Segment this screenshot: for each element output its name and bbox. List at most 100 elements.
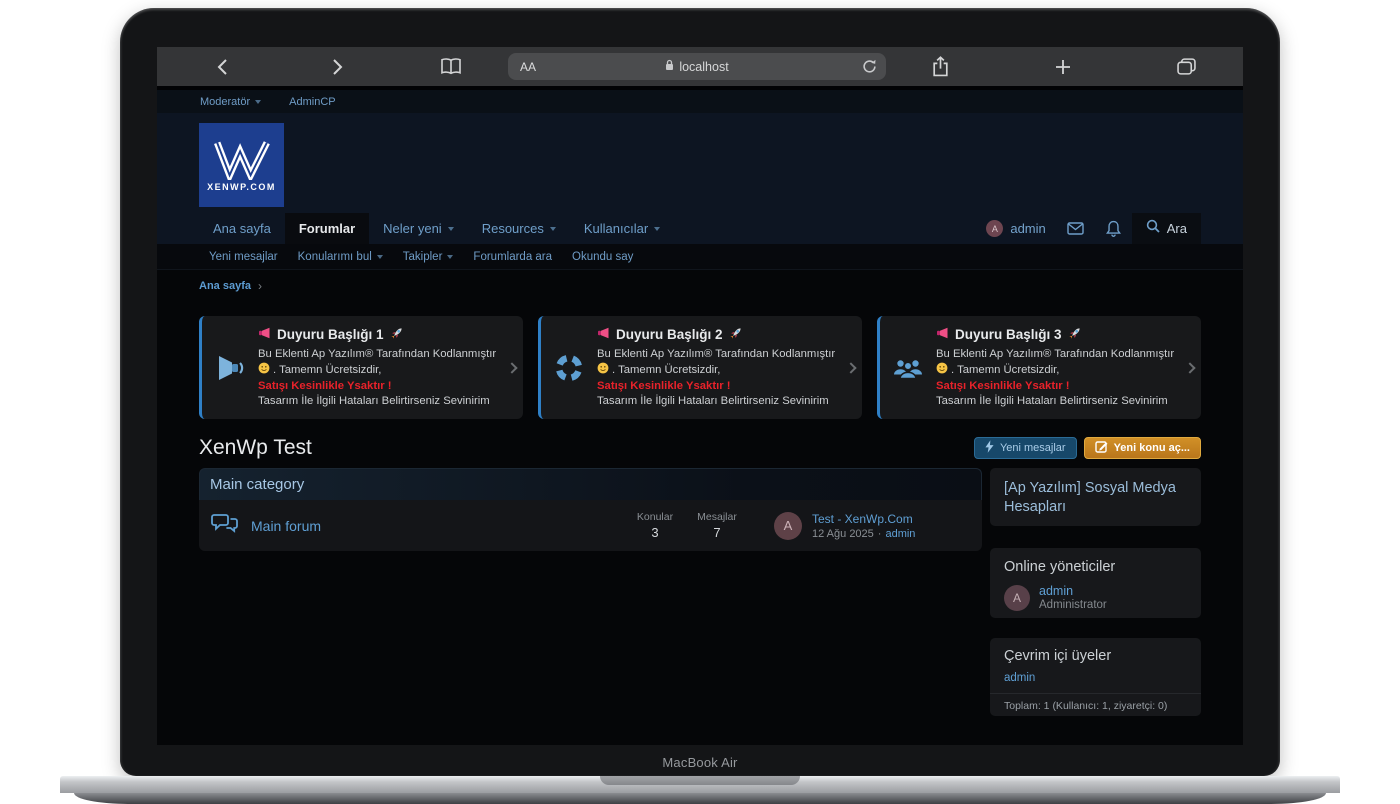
announcement-line3: Tasarım İle İlgili Hataları Belirtirseni…	[258, 394, 501, 409]
tab-home[interactable]: Ana sayfa	[199, 213, 285, 244]
announcement-line3: Tasarım İle İlgili Hataları Belirtirseni…	[936, 394, 1179, 409]
conversations-icon[interactable]	[1056, 213, 1095, 244]
avatar[interactable]: A	[1004, 585, 1030, 611]
account-menu[interactable]: A admin	[976, 213, 1055, 244]
latest-post-info: A Test - XenWp.Com 12 Ağu 2025 · admin	[774, 512, 970, 540]
category-title-link[interactable]: Main category	[200, 476, 304, 493]
tab-resources-label: Resources	[482, 221, 544, 236]
moderator-menu-label: Moderatör	[200, 96, 250, 108]
bookmarks-icon[interactable]	[440, 57, 462, 76]
device-label: MacBook Air	[120, 755, 1280, 770]
announcement-warning: Satışı Kesinlikle Ysaktır !	[597, 379, 840, 394]
laptop-base-edge	[74, 793, 1326, 804]
subnav-find-threads-label: Konularımı bul	[298, 251, 372, 263]
new-posts-button[interactable]: Yeni mesajlar	[974, 437, 1077, 459]
social-widget-title-link[interactable]: [Ap Yazılım] Sosyal Medya Hesapları	[1004, 479, 1187, 517]
avatar[interactable]: A	[774, 512, 802, 540]
chevron-right-icon	[501, 364, 523, 372]
chevron-down-icon	[377, 255, 383, 259]
new-topic-button[interactable]: Yeni konu aç...	[1084, 437, 1201, 459]
breadcrumb-home-link[interactable]: Ana sayfa	[199, 280, 251, 292]
sub-navigation: Yeni mesajlar Konularımı bul Takipler Fo…	[157, 244, 1243, 270]
announcement-title: Duyuru Başlığı 1	[277, 327, 384, 342]
announcement-card-3[interactable]: Duyuru Başlığı 3 Bu Eklenti Ap Yazılım® …	[877, 316, 1201, 419]
moderator-menu[interactable]: Moderatör	[200, 96, 261, 108]
username-label: admin	[1010, 221, 1045, 236]
chevron-right-icon	[840, 364, 862, 372]
w-logo-icon	[213, 138, 271, 180]
new-posts-button-label: Yeni mesajlar	[1000, 442, 1066, 454]
chevron-down-icon	[448, 227, 454, 231]
macbook-mockup: AA localhost	[0, 0, 1400, 804]
breadcrumb: Ana sayfa ›	[199, 279, 1201, 293]
smiley-emoji	[597, 362, 609, 379]
megaphone-emoji	[597, 327, 610, 342]
alerts-bell-icon[interactable]	[1095, 213, 1132, 244]
announcement-title: Duyuru Başlığı 3	[955, 327, 1062, 342]
tab-resources[interactable]: Resources	[468, 213, 570, 244]
announcement-card-2[interactable]: Duyuru Başlığı 2 Bu Eklenti Ap Yazılım® …	[538, 316, 862, 419]
breadcrumb-separator: ›	[258, 279, 262, 293]
forum-name-link[interactable]: Main forum	[251, 518, 321, 534]
rocket-emoji	[390, 326, 404, 343]
rocket-emoji	[1068, 326, 1082, 343]
forward-icon[interactable]	[332, 58, 344, 76]
subnav-watched[interactable]: Takipler	[393, 251, 464, 263]
page-title: XenWp Test	[199, 436, 312, 460]
logo-text: XENWP.COM	[207, 182, 276, 192]
lightning-bolt-icon	[985, 440, 994, 456]
chevron-right-icon	[1179, 364, 1201, 372]
new-tab-icon[interactable]	[1055, 59, 1071, 75]
announcement-card-1[interactable]: Duyuru Başlığı 1 Bu Eklenti Ap Yazılım® …	[199, 316, 523, 419]
messages-stat-value: 7	[686, 525, 748, 540]
announcement-line2: . Tamemn Ücretsizdir,	[273, 363, 381, 378]
back-icon[interactable]	[216, 58, 228, 76]
subnav-new-posts-label: Yeni mesajlar	[209, 251, 278, 263]
topics-stat-value: 3	[624, 525, 686, 540]
latest-thread-link[interactable]: Test - XenWp.Com	[812, 512, 915, 526]
search-button[interactable]: Ara	[1132, 213, 1201, 244]
online-user-link[interactable]: admin	[990, 664, 1201, 693]
admincp-label: AdminCP	[289, 96, 335, 108]
rocket-emoji	[729, 326, 743, 343]
messages-stat-label: Mesajlar	[686, 511, 748, 523]
page-content: Ana sayfa › Duyuru Başlığı 1	[157, 279, 1243, 716]
share-icon[interactable]	[932, 56, 949, 77]
tab-forums-label: Forumlar	[299, 221, 355, 236]
subnav-mark-read-label: Okundu say	[572, 251, 633, 263]
browser-window: AA localhost	[157, 47, 1243, 745]
tab-forums[interactable]: Forumlar	[285, 213, 369, 244]
subnav-new-posts[interactable]: Yeni mesajlar	[199, 251, 288, 263]
tab-members[interactable]: Kullanıcılar	[570, 213, 674, 244]
sidebar-members-online-widget: Çevrim içi üyeler admin Toplam: 1 (Kulla…	[990, 638, 1201, 716]
online-widget-title: Çevrim içi üyeler	[1004, 648, 1187, 664]
subnav-search-forums[interactable]: Forumlarda ara	[463, 251, 562, 263]
announcement-line2: . Tamemn Ücretsizdir,	[612, 363, 720, 378]
subnav-mark-read[interactable]: Okundu say	[562, 251, 643, 263]
reload-icon[interactable]	[862, 59, 877, 79]
nav-right-tools: A admin Ara	[976, 213, 1201, 244]
smiley-emoji	[936, 362, 948, 379]
tab-overview-icon[interactable]	[1177, 58, 1196, 75]
latest-post-user-link[interactable]: admin	[885, 528, 915, 540]
tab-whats-new[interactable]: Neler yeni	[369, 213, 468, 244]
chevron-down-icon	[447, 255, 453, 259]
announcement-warning: Satışı Kesinlikle Ysaktır !	[936, 379, 1179, 394]
staff-user-link[interactable]: admin	[1039, 584, 1107, 598]
address-bar[interactable]: AA localhost	[508, 53, 886, 80]
sidebar-social-widget: [Ap Yazılım] Sosyal Medya Hesapları	[990, 468, 1201, 526]
announcement-cards: Duyuru Başlığı 1 Bu Eklenti Ap Yazılım® …	[199, 316, 1201, 419]
site-header: XENWP.COM	[157, 113, 1243, 213]
forum-node-row[interactable]: Main forum Konular 3 Mesajlar 7	[199, 500, 982, 551]
chevron-down-icon	[550, 227, 556, 231]
moderator-bar: Moderatör AdminCP	[157, 90, 1243, 113]
announcement-line1: Bu Eklenti Ap Yazılım® Tarafından Kodlan…	[936, 347, 1179, 362]
site-logo[interactable]: XENWP.COM	[199, 123, 284, 207]
announcement-line1: Bu Eklenti Ap Yazılım® Tarafından Kodlan…	[597, 347, 840, 362]
category-header: Main category	[199, 468, 982, 500]
announcement-title: Duyuru Başlığı 2	[616, 327, 723, 342]
subnav-find-threads[interactable]: Konularımı bul	[288, 251, 393, 263]
life-ring-icon	[541, 353, 597, 383]
admincp-link[interactable]: AdminCP	[289, 96, 335, 108]
latest-post-date: 12 Ağu 2025	[812, 528, 874, 540]
